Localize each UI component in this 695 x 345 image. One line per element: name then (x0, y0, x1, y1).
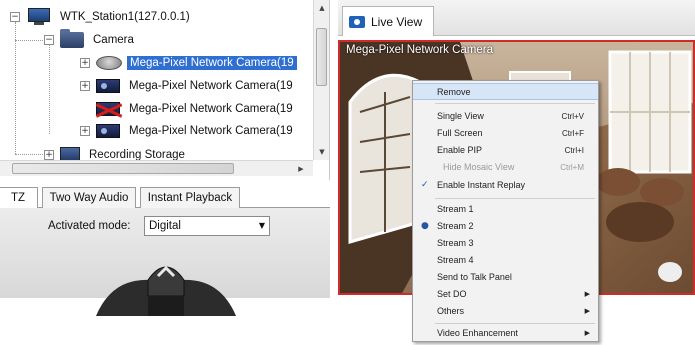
tree-connector (49, 44, 50, 134)
scroll-thumb[interactable] (12, 163, 234, 174)
menu-item-label: Stream 2 (437, 221, 474, 231)
tab-live-view[interactable]: Live View (342, 6, 434, 36)
tree-vertical-scrollbar[interactable]: ▲ ▼ (313, 0, 329, 160)
menu-item-set-do[interactable]: Set DO ▶ (413, 286, 598, 303)
menu-shortcut: Ctrl+V (561, 112, 584, 121)
submenu-arrow-icon: ▶ (584, 290, 590, 298)
menu-item-remove[interactable]: Remove (413, 83, 598, 100)
ptz-joystick[interactable] (92, 256, 240, 316)
chevron-down-icon: ▼ (258, 221, 265, 230)
camera-label: Mega-Pixel Network Camera(19 (129, 125, 293, 137)
video-camera-title: Mega-Pixel Network Camera (346, 44, 493, 56)
menu-separator (435, 103, 595, 104)
tab-two-way-audio[interactable]: Two Way Audio (42, 187, 136, 208)
tree-node-camera-1[interactable]: + Mega-Pixel Network Camera(19 (80, 52, 297, 74)
menu-item-label: Others (437, 306, 465, 316)
menu-separator (435, 323, 595, 324)
submenu-arrow-icon: ▶ (584, 307, 590, 315)
menu-item-label: Stream 1 (437, 204, 474, 214)
tree-node-station[interactable]: − WTK_Station1(127.0.0.1) (10, 6, 193, 28)
menu-shortcut: Ctrl+M (560, 163, 584, 172)
menu-item-send-to-talk-panel[interactable]: Send to Talk Panel (413, 269, 598, 286)
camera-label: Mega-Pixel Network Camera(19 (129, 103, 293, 115)
tree-node-camera-2[interactable]: + Mega-Pixel Network Camera(19 (80, 75, 296, 97)
tab-ptz[interactable]: TZ (0, 187, 38, 209)
menu-item-stream-2[interactable]: ● Stream 2 (413, 218, 598, 235)
camera-group-label: Camera (93, 34, 134, 46)
tree-connector (15, 22, 16, 154)
menu-item-label: Enable Instant Replay (437, 180, 526, 190)
menu-item-label: Set DO (437, 289, 467, 299)
menu-item-single-view[interactable]: Single View Ctrl+V (413, 108, 598, 125)
menu-item-enable-instant-replay[interactable]: ✓ Enable Instant Replay (413, 177, 598, 194)
menu-item-label: Enable PIP (437, 145, 483, 155)
ptz-panel: Activated mode: Digital ▼ (0, 208, 330, 316)
menu-shortcut: Ctrl+F (562, 129, 584, 138)
collapse-toggle[interactable]: − (10, 12, 20, 22)
activated-mode-value: Digital (149, 220, 181, 232)
expand-toggle[interactable]: + (80, 58, 90, 68)
live-view-tab-label: Live View (371, 14, 423, 29)
scroll-up-arrow[interactable]: ▲ (315, 2, 329, 14)
camera-label: Mega-Pixel Network Camera(19 (129, 80, 293, 92)
scroll-down-arrow[interactable]: ▼ (315, 146, 329, 158)
ptz-up-button[interactable] (147, 266, 185, 297)
tree-node-camera-3[interactable]: Mega-Pixel Network Camera(19 (96, 98, 296, 120)
camera-icon (96, 124, 120, 138)
camera-label: Mega-Pixel Network Camera(19 (127, 56, 297, 70)
context-menu: Remove Single View Ctrl+V Full Screen Ctrl… (412, 80, 599, 342)
menu-item-enable-pip[interactable]: Enable PIP Ctrl+I (413, 142, 598, 159)
tree-node-camera-4[interactable]: + Mega-Pixel Network Camera(19 (80, 120, 296, 142)
menu-item-label: Send to Talk Panel (437, 272, 512, 282)
menu-item-others[interactable]: Others ▶ (413, 303, 598, 320)
menu-shortcut: Ctrl+I (564, 146, 584, 155)
camera-icon (96, 79, 120, 93)
dome-camera-icon (96, 56, 122, 70)
menu-item-label: Video Enhancement (437, 328, 518, 338)
submenu-arrow-icon: ▶ (584, 329, 590, 337)
menu-item-stream-1[interactable]: Stream 1 (413, 201, 598, 218)
menu-item-hide-mosaic-view: Hide Mosaic View Ctrl+M (413, 159, 598, 176)
tree-node-camera-group[interactable]: − Camera (44, 29, 137, 51)
menu-item-label: Hide Mosaic View (443, 162, 515, 172)
device-tree-panel: − WTK_Station1(127.0.0.1) − Camera + Meg… (0, 0, 330, 180)
menu-item-label: Full Screen (437, 128, 483, 138)
activated-mode-select[interactable]: Digital ▼ (144, 216, 270, 236)
checkmark-icon: ✓ (421, 180, 429, 190)
menu-item-label: Single View (437, 111, 484, 121)
collapse-toggle[interactable]: − (44, 35, 54, 45)
camera-icon (349, 15, 365, 28)
station-label: WTK_Station1(127.0.0.1) (60, 11, 190, 23)
scroll-right-arrow[interactable]: ▶ (294, 163, 308, 175)
menu-item-stream-3[interactable]: Stream 3 (413, 235, 598, 252)
camera-disconnected-icon (96, 102, 120, 116)
expand-toggle[interactable]: + (80, 81, 90, 91)
folder-icon (60, 29, 84, 48)
tree-connector (15, 154, 43, 155)
menu-separator (435, 198, 595, 199)
tab-instant-playback[interactable]: Instant Playback (140, 187, 240, 208)
activated-mode-label: Activated mode: (48, 220, 131, 232)
expand-toggle[interactable]: + (44, 150, 54, 160)
tree-horizontal-scrollbar[interactable]: ▶ (0, 160, 313, 176)
menu-item-label: Stream 3 (437, 238, 474, 248)
expand-toggle[interactable]: + (80, 126, 90, 136)
menu-item-full-screen[interactable]: Full Screen Ctrl+F (413, 125, 598, 142)
menu-item-video-enhancement[interactable]: Video Enhancement ▶ (413, 325, 598, 342)
live-view-header: Live View (338, 0, 695, 36)
menu-item-stream-4[interactable]: Stream 4 (413, 252, 598, 269)
menu-item-label: Stream 4 (437, 255, 474, 265)
radio-dot-icon: ● (421, 221, 429, 231)
control-tabs: TZ Two Way Audio Instant Playback (0, 184, 330, 209)
ptz-right-button[interactable] (182, 279, 236, 316)
scroll-thumb[interactable] (316, 28, 327, 86)
ptz-left-button[interactable] (96, 279, 150, 316)
menu-item-label: Remove (437, 87, 471, 97)
tree-connector (15, 40, 43, 41)
monitor-icon (26, 8, 52, 26)
